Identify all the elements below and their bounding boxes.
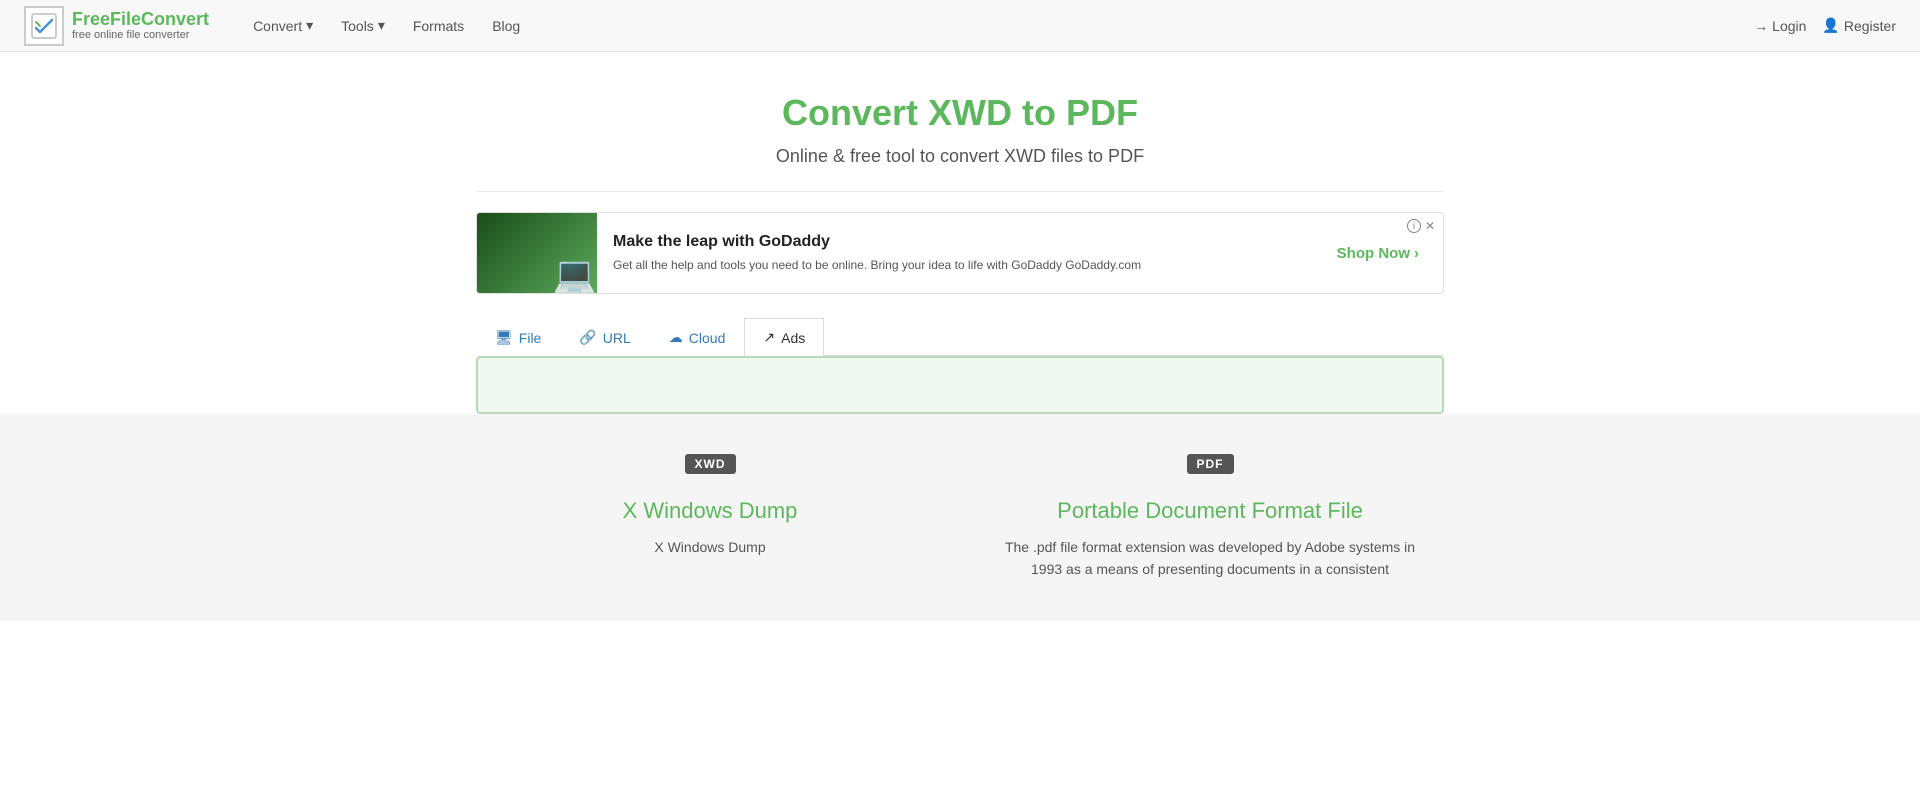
nav-link-blog[interactable]: Blog [480, 12, 532, 40]
tab-ads[interactable]: ↗ Ads [744, 318, 824, 356]
nav-link-tools[interactable]: Tools ▾ [329, 11, 397, 40]
nav-link-convert[interactable]: Convert ▾ [241, 11, 325, 40]
nav-item-convert[interactable]: Convert ▾ [241, 11, 325, 40]
navbar: FreeFileConvert free online file convert… [0, 0, 1920, 52]
ad-headline: Make the leap with GoDaddy [613, 233, 1297, 251]
register-icon: 👤 [1822, 17, 1839, 34]
main-nav: Convert ▾ Tools ▾ Formats [241, 11, 1754, 40]
login-label: Login [1772, 18, 1806, 34]
file-tab-icon: 🖥 [495, 329, 513, 346]
nav-item-tools[interactable]: Tools ▾ [329, 11, 397, 40]
xwd-format-desc: X Windows Dump [654, 536, 765, 558]
upload-area[interactable] [476, 356, 1444, 414]
format-card-pdf: PDF Portable Document Format File The .p… [1000, 454, 1420, 581]
ad-info-icon[interactable]: i [1407, 219, 1421, 233]
nav-convert-label: Convert [253, 18, 302, 34]
nav-item-formats[interactable]: Formats [401, 12, 476, 40]
page-subtitle: Online & free tool to convert XWD files … [476, 146, 1444, 167]
tab-url-label: URL [603, 330, 631, 346]
tools-chevron-icon: ▾ [378, 17, 385, 34]
pdf-format-desc: The .pdf file format extension was devel… [1000, 536, 1420, 581]
navbar-right: → Login 👤 Register [1754, 17, 1896, 34]
ad-cta-wrap: Shop Now › [1313, 245, 1443, 262]
main-content: Convert XWD to PDF Online & free tool to… [460, 52, 1460, 414]
page-title: Convert XWD to PDF [476, 92, 1444, 134]
nav-blog-label: Blog [492, 18, 520, 34]
format-section: XWD X Windows Dump X Windows Dump PDF Po… [0, 414, 1920, 621]
xwd-format-name: X Windows Dump [623, 498, 798, 524]
tab-cloud[interactable]: ☁ Cloud [650, 318, 745, 356]
ad-cta-chevron-icon: › [1414, 245, 1419, 262]
ad-laptop-icon: 💻 [552, 257, 597, 293]
convert-chevron-icon: ▾ [306, 17, 313, 34]
ad-cta-button[interactable]: Shop Now › [1337, 245, 1419, 262]
ad-image: 💻 [477, 213, 597, 293]
tab-ads-label: Ads [781, 330, 805, 346]
tab-file[interactable]: 🖥 File [476, 318, 560, 356]
format-card-xwd: XWD X Windows Dump X Windows Dump [500, 454, 920, 581]
tab-cloud-label: Cloud [689, 330, 726, 346]
nav-tools-label: Tools [341, 18, 374, 34]
ad-description: Get all the help and tools you need to b… [613, 257, 1297, 274]
brand-subtitle: free online file converter [72, 29, 209, 41]
ad-close-area[interactable]: i ✕ [1407, 219, 1435, 233]
ads-tab-icon: ↗ [763, 329, 775, 346]
brand-logo-box [24, 6, 64, 46]
tab-url[interactable]: 🔗 URL [560, 318, 649, 356]
pdf-badge: PDF [1187, 454, 1234, 474]
ad-cta-label: Shop Now [1337, 245, 1410, 262]
brand-title: FreeFileConvert [72, 10, 209, 30]
register-label: Register [1844, 18, 1896, 34]
ad-image-inner: 💻 [477, 213, 597, 293]
xwd-badge: XWD [685, 454, 736, 474]
nav-link-formats[interactable]: Formats [401, 12, 476, 40]
login-icon: → [1754, 18, 1768, 34]
nav-formats-label: Formats [413, 18, 464, 34]
pdf-format-name: Portable Document Format File [1057, 498, 1363, 524]
ad-body: Make the leap with GoDaddy Get all the h… [597, 221, 1313, 286]
brand-text: FreeFileConvert free online file convert… [72, 10, 209, 42]
nav-item-blog[interactable]: Blog [480, 12, 532, 40]
brand-logo-link[interactable]: FreeFileConvert free online file convert… [24, 6, 209, 46]
tab-file-label: File [519, 330, 542, 346]
ad-banner: 💻 Make the leap with GoDaddy Get all the… [476, 212, 1444, 294]
login-link[interactable]: → Login [1754, 18, 1806, 34]
title-divider [476, 191, 1444, 192]
ad-close-icon[interactable]: ✕ [1425, 219, 1435, 233]
tabs-row: 🖥 File 🔗 URL ☁ Cloud ↗ Ads [476, 318, 1444, 356]
cloud-tab-icon: ☁ [669, 329, 683, 346]
brand-logo-icon [30, 12, 58, 40]
url-tab-icon: 🔗 [579, 329, 596, 346]
register-link[interactable]: 👤 Register [1822, 17, 1896, 34]
